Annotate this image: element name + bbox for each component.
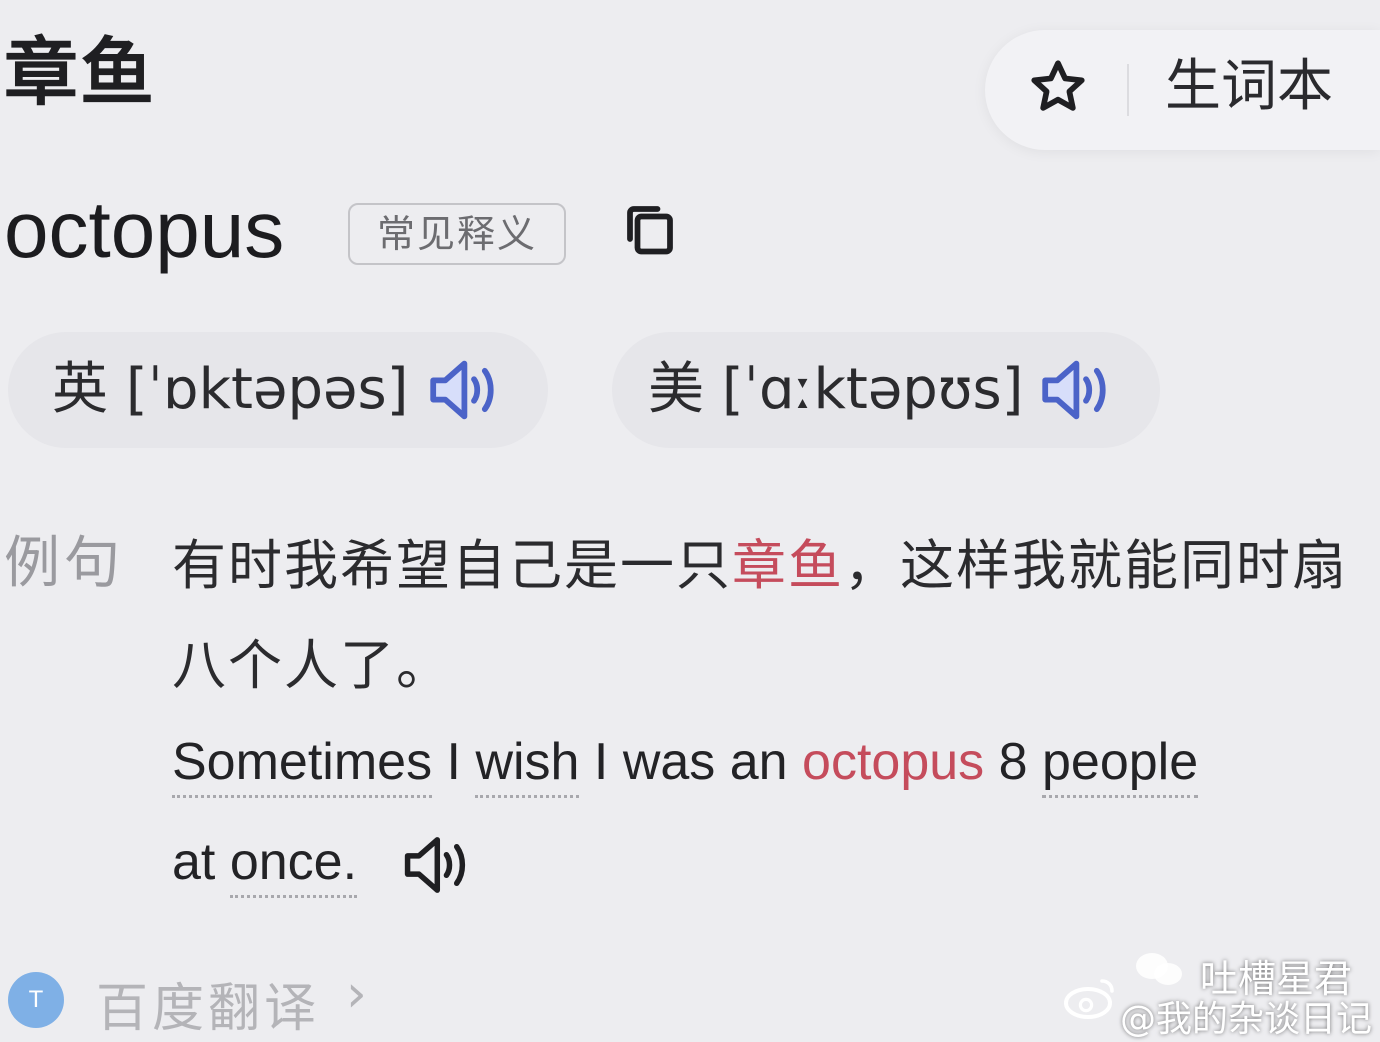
speaker-icon[interactable] [1038,356,1110,424]
vocab-book-label[interactable]: 生词本 [1165,56,1333,118]
query-word: 章鱼 [4,30,156,116]
common-meaning-tag: 常见释义 [348,203,566,265]
speaker-icon[interactable] [426,356,498,424]
en-word: I [446,733,461,791]
en-word: 8 [998,733,1028,791]
en-word[interactable]: once. [229,833,358,898]
wechat-watermark-icon [1136,953,1182,985]
en-word[interactable]: wish [475,733,580,798]
divider [1127,64,1129,116]
weibo-watermark-icon [1064,979,1114,1019]
example-sentence-zh: 有时我希望自己是一只章鱼，这样我就能同时扇八个人了。 [172,516,1372,716]
en-word[interactable]: people [1042,733,1199,798]
zh-text: 有时我希望自己是一只 [172,534,732,597]
headword: octopus [4,185,285,274]
baidu-translate-link[interactable]: 百度翻译 [96,966,320,1041]
watermark-handle: @我的杂谈日记 [1120,999,1373,1040]
region-label: 英 [52,357,108,422]
ipa-text: [ˈɒktəpəs] [125,357,409,422]
en-highlight: octopus [802,733,985,791]
pronunciation-uk[interactable]: 英 [ˈɒktəpəs] [8,332,548,448]
region-label: 美 [648,357,704,422]
baidu-translate-logo-icon: T [8,972,64,1028]
example-label: 例句 [4,531,124,596]
star-outline-icon[interactable] [1027,56,1089,118]
ipa-text: [ˈɑːktəpʊs] [721,357,1024,422]
en-word: at [172,833,216,891]
en-text: I was an [593,733,788,791]
chevron-right-icon[interactable]: › [346,964,367,1024]
zh-highlight: 章鱼 [732,534,844,597]
pronunciation-us[interactable]: 美 [ˈɑːktəpʊs] [612,332,1160,448]
copy-icon[interactable] [620,198,680,260]
vocab-book-bar[interactable]: 生词本 [985,30,1380,150]
speaker-icon[interactable] [400,833,470,897]
en-word[interactable]: Sometimes [172,733,433,798]
example-sentence-en: Sometimes I wish I was an octopus 8 peop… [172,712,1372,912]
